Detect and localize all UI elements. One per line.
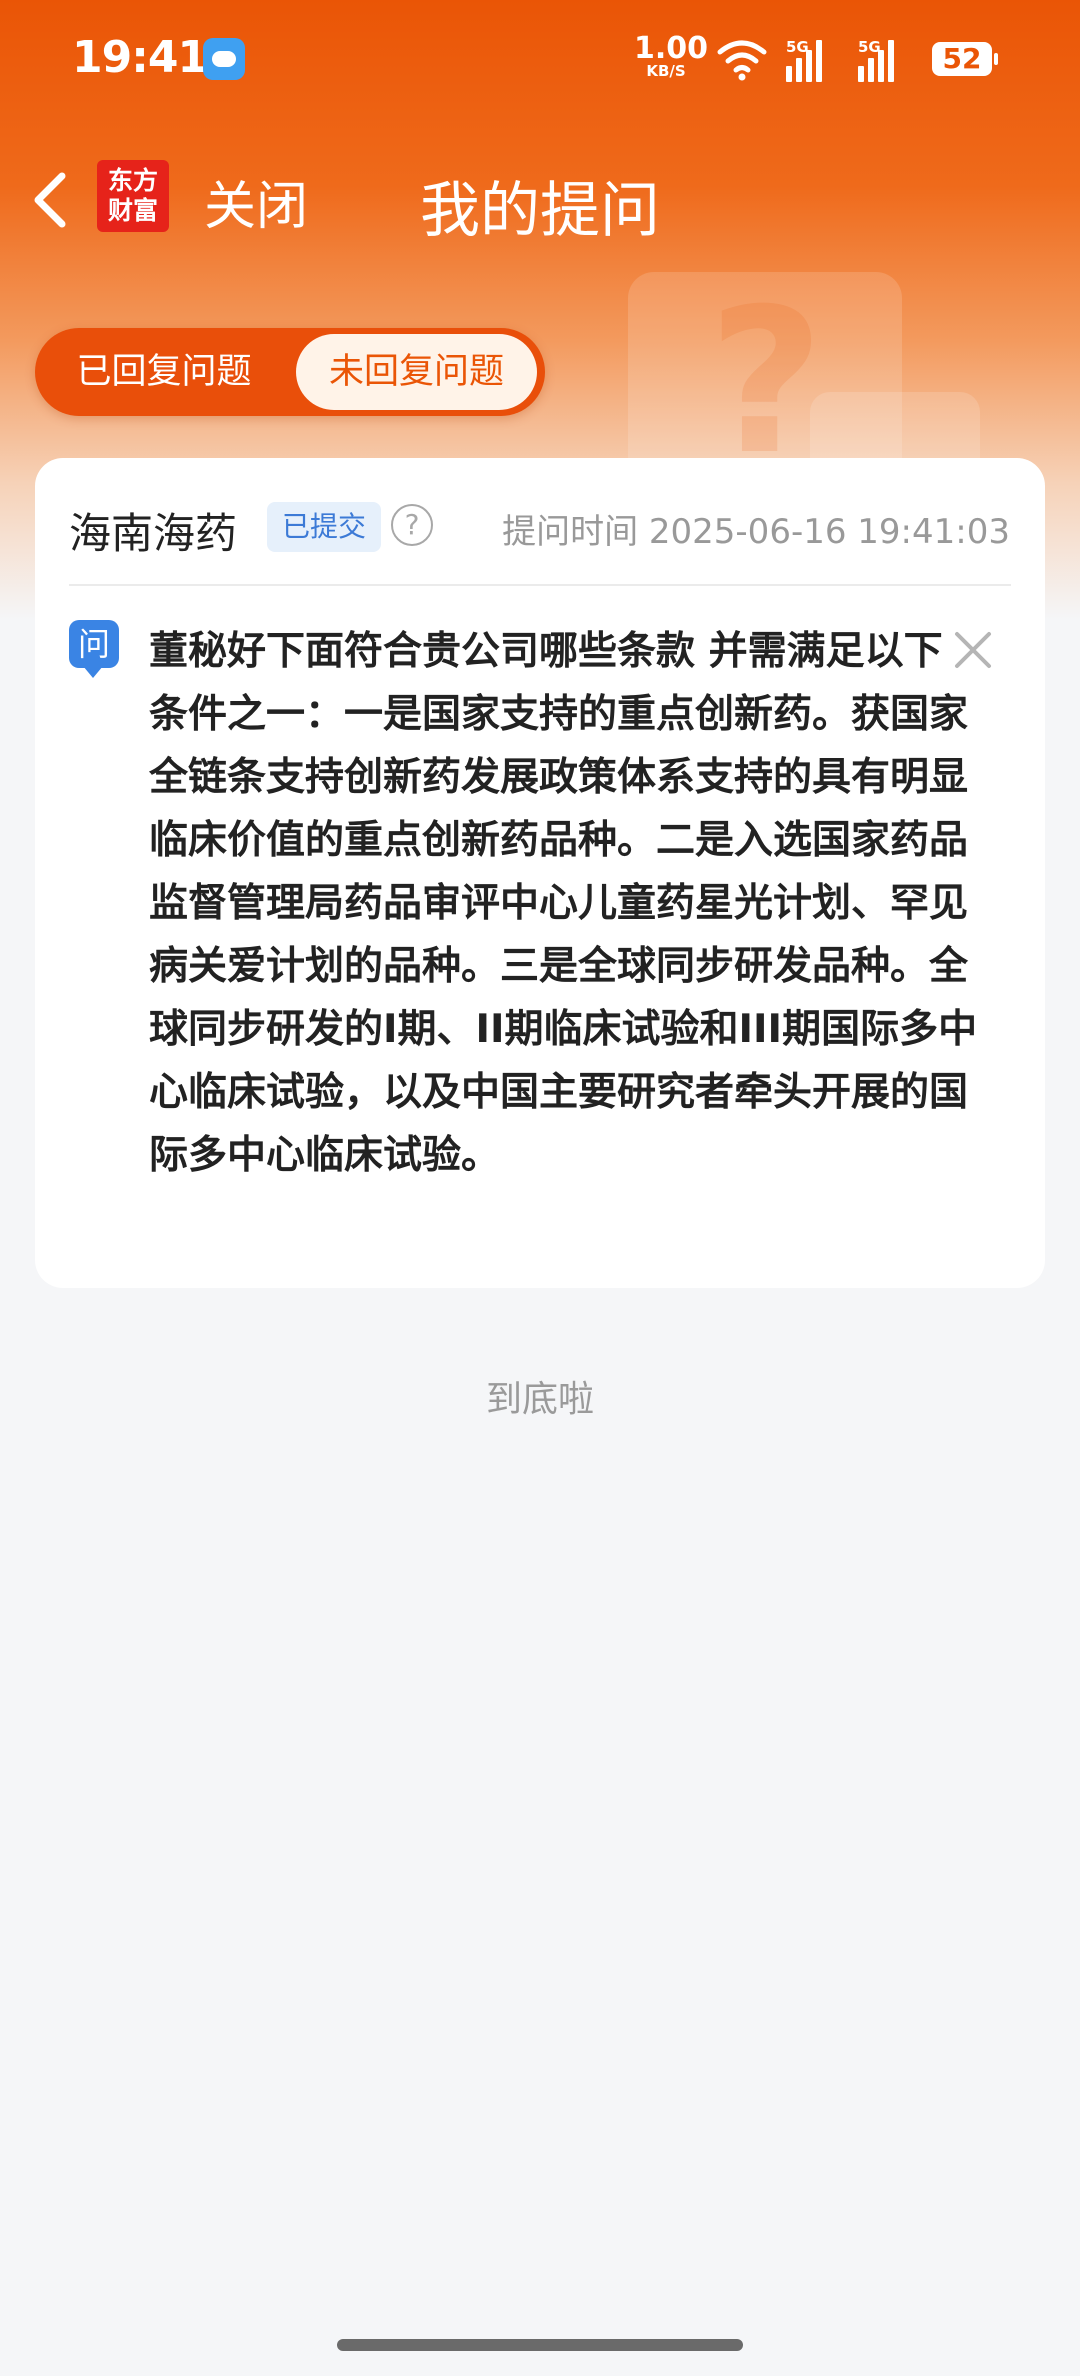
question-icon: 问 <box>69 620 119 678</box>
ask-time: 提问时间 2025-06-16 19:41:03 <box>502 512 1010 552</box>
company-name[interactable]: 海南海药 <box>69 500 237 561</box>
question-text: 董秘好下面符合贵公司哪些条款 并需满足以下条件之一：一是国家支持的重点创新药。获… <box>149 629 978 1178</box>
question-filter-tabs: 已回复问题 未回复问题 <box>35 328 545 416</box>
close-icon[interactable] <box>951 628 995 672</box>
signal-icon: 5G <box>858 38 894 82</box>
help-icon[interactable]: ? <box>391 504 433 546</box>
network-speed-value: 1.00 <box>634 31 709 66</box>
signal-2-label: 5G <box>858 38 881 56</box>
status-time: 19:41 <box>72 32 208 83</box>
status-badge: 已提交 <box>267 502 381 552</box>
status-bar: 19:41 1.00 KB/S 5G 5G 52 <box>0 0 1080 120</box>
network-speed-unit: KB/S <box>646 62 686 80</box>
divider <box>69 584 1011 586</box>
connectivity-icons: 5G 5G <box>717 38 894 82</box>
home-indicator[interactable] <box>337 2339 743 2351</box>
battery-icon: 52 <box>932 42 998 76</box>
signal-1-label: 5G <box>786 38 809 56</box>
title-bar: 东方 财富 关闭 我的提问 <box>0 150 1080 250</box>
signal-icon: 5G <box>786 38 822 82</box>
end-of-list-tip: 到底啦 <box>485 1379 594 1420</box>
tab-unanswered[interactable]: 未回复问题 <box>296 334 537 410</box>
page-title: 我的提问 <box>420 176 660 246</box>
wifi-icon <box>717 40 767 73</box>
tab-answered[interactable]: 已回复问题 <box>35 328 293 416</box>
weather-app-icon <box>203 38 245 80</box>
question-card: 海南海药 已提交 ? 提问时间 2025-06-16 19:41:03 问 董秘… <box>35 458 1045 1288</box>
network-speed: 1.00 KB/S <box>634 31 709 80</box>
